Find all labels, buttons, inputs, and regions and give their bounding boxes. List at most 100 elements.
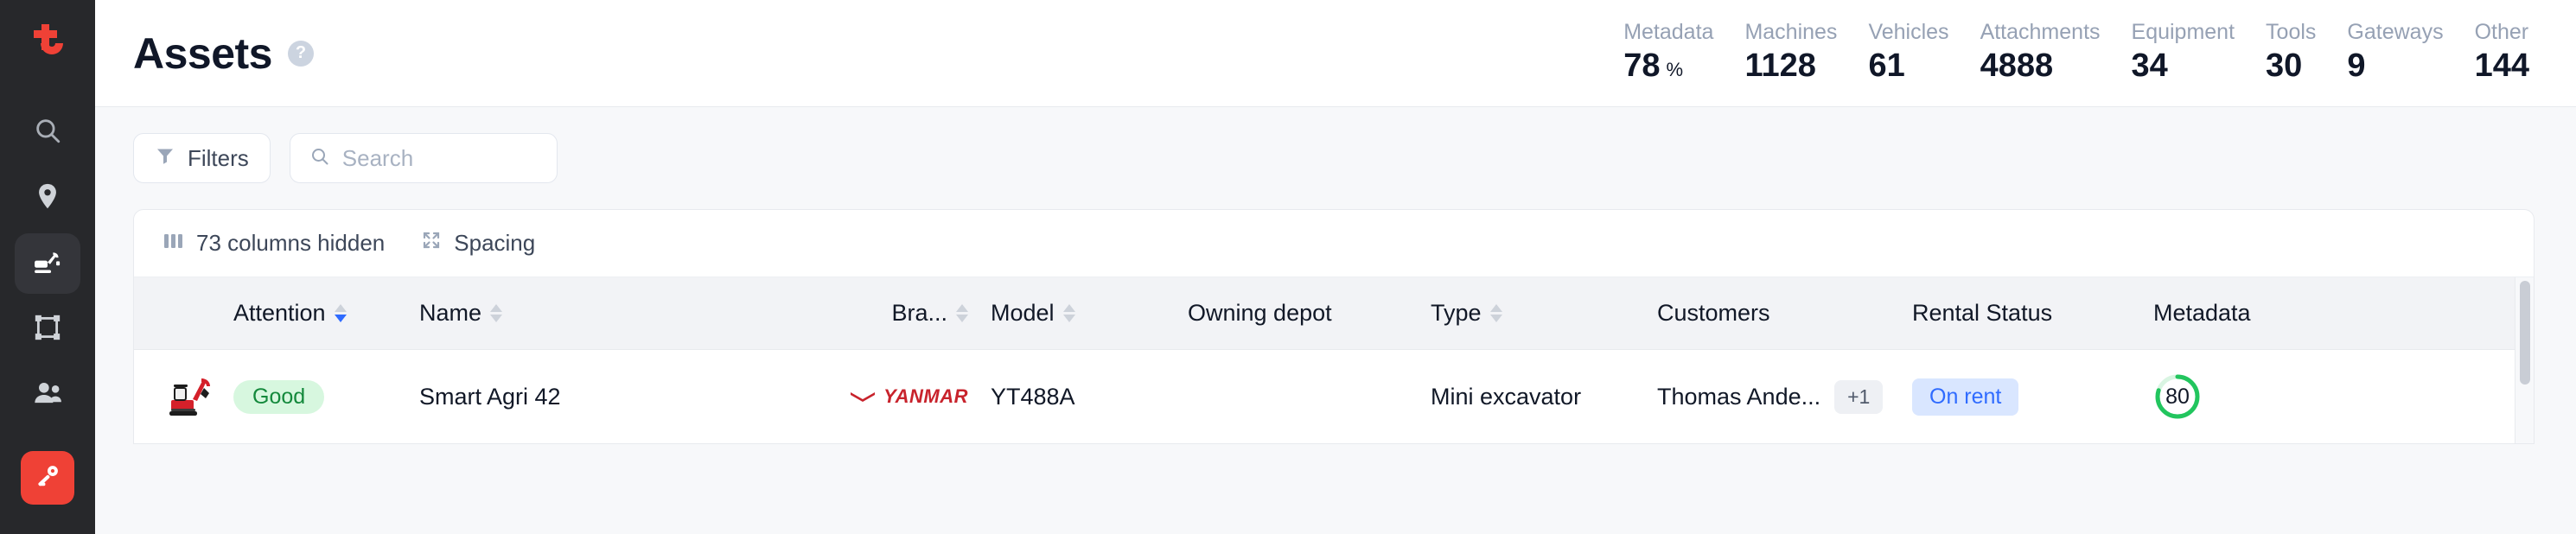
filter-icon bbox=[155, 145, 175, 172]
stat-equipment: Equipment 34 bbox=[2101, 19, 2235, 87]
sort-indicator[interactable] bbox=[1062, 304, 1075, 322]
stat-number: 4888 bbox=[1980, 48, 2054, 85]
stat-value: 9 bbox=[2347, 46, 2365, 87]
stat-label: Attachments bbox=[1980, 20, 2101, 45]
stat-label: Equipment bbox=[2131, 20, 2235, 45]
column-header-label: Attention bbox=[233, 300, 326, 326]
column-header-label: Rental Status bbox=[1912, 300, 2053, 326]
sort-indicator[interactable] bbox=[1489, 304, 1502, 322]
columns-icon bbox=[163, 230, 184, 257]
stat-gateways: Gateways 9 bbox=[2316, 19, 2443, 87]
columns-hidden-label: 73 columns hidden bbox=[196, 230, 386, 256]
cell-thumbnail[interactable] bbox=[134, 370, 233, 423]
column-header-owning-depot[interactable]: Owning depot bbox=[1150, 300, 1379, 327]
column-header-name[interactable]: Name bbox=[419, 300, 808, 327]
sidebar-bottom bbox=[0, 451, 95, 505]
stat-value: 4888 bbox=[1980, 46, 2054, 87]
column-header-customers[interactable]: Customers bbox=[1638, 300, 1884, 327]
geofence-icon bbox=[33, 313, 62, 346]
stat-other: Other 144 bbox=[2444, 19, 2529, 87]
table-row[interactable]: Good Smart Agri 42 YANMAR YT488A Mini ex… bbox=[134, 350, 2534, 443]
stat-value: 78 % bbox=[1623, 46, 1683, 87]
spacing-label: Spacing bbox=[454, 230, 536, 256]
stat-label: Other bbox=[2474, 20, 2529, 45]
sidebar-item-assets[interactable] bbox=[15, 233, 80, 294]
table-vertical-scrollbar[interactable] bbox=[2515, 277, 2534, 443]
stat-number: 9 bbox=[2347, 48, 2366, 85]
stat-machines: Machines 1128 bbox=[1713, 19, 1837, 87]
spacing-icon bbox=[421, 230, 442, 257]
cell-customers: Thomas Ande... +1 bbox=[1638, 379, 1884, 414]
filters-label: Filters bbox=[188, 144, 249, 171]
customer-name: Thomas Ande... bbox=[1657, 383, 1821, 410]
column-header-brand[interactable]: Bra... bbox=[808, 300, 968, 327]
column-header-model[interactable]: Model bbox=[968, 300, 1150, 327]
column-header-metadata[interactable]: Metadata bbox=[2122, 300, 2382, 327]
stat-number: 61 bbox=[1868, 48, 1905, 85]
sort-indicator[interactable] bbox=[490, 304, 503, 322]
sidebar-item-sites[interactable] bbox=[15, 299, 80, 359]
metadata-score-value: 80 bbox=[2165, 384, 2190, 409]
table-toolbar: 73 columns hidden Spacing bbox=[134, 210, 2534, 277]
stat-label: Vehicles bbox=[1868, 20, 1949, 45]
page-title-group: Assets ? bbox=[133, 29, 314, 79]
stat-number: 144 bbox=[2474, 48, 2529, 85]
filters-button[interactable]: Filters bbox=[133, 133, 271, 183]
column-header-rental-status[interactable]: Rental Status bbox=[1884, 300, 2122, 327]
customers-overflow-badge[interactable]: +1 bbox=[1834, 379, 1884, 414]
stat-label: Machines bbox=[1744, 20, 1838, 45]
column-header-label: Customers bbox=[1657, 300, 1770, 326]
cell-name[interactable]: Smart Agri 42 bbox=[419, 384, 808, 410]
header-stats: Metadata 78 % Machines 1128 Vehicles 61 bbox=[1592, 19, 2529, 87]
sidebar-item-locations[interactable] bbox=[15, 168, 80, 228]
stat-number: 34 bbox=[2131, 48, 2168, 85]
cell-brand: YANMAR bbox=[808, 385, 968, 408]
stat-attachments: Attachments 4888 bbox=[1949, 19, 2101, 87]
search-input[interactable] bbox=[341, 144, 538, 172]
cell-type: Mini excavator bbox=[1431, 383, 1582, 410]
map-pin-icon bbox=[33, 181, 62, 215]
stat-value: 144 bbox=[2475, 46, 2529, 87]
stat-number: 78 bbox=[1623, 48, 1661, 85]
sidebar-item-people[interactable] bbox=[15, 365, 80, 425]
stat-metadata: Metadata 78 % bbox=[1592, 19, 1713, 87]
sort-indicator-desc[interactable] bbox=[334, 304, 347, 322]
stat-label: Gateways bbox=[2347, 20, 2444, 45]
column-header-attention[interactable]: Attention bbox=[233, 300, 419, 327]
stat-vehicles: Vehicles 61 bbox=[1837, 19, 1948, 87]
content-area: Filters Search 73 columns hidden Spacing… bbox=[95, 107, 2576, 534]
yanmar-logo: YANMAR bbox=[850, 385, 968, 408]
people-icon bbox=[32, 378, 63, 413]
controls-bar: Filters bbox=[133, 133, 2535, 183]
key-button[interactable] bbox=[21, 451, 74, 505]
stat-label: Tools bbox=[2266, 20, 2317, 45]
asset-thumbnail bbox=[163, 370, 217, 423]
column-header-label: Name bbox=[419, 300, 482, 326]
metadata-score-ring: 80 bbox=[2153, 372, 2202, 421]
tenna-logo[interactable] bbox=[21, 16, 74, 69]
column-header-type[interactable]: Type bbox=[1379, 300, 1638, 327]
help-icon[interactable]: ? bbox=[288, 40, 314, 67]
cell-metadata: 80 bbox=[2122, 372, 2382, 421]
brand-label: YANMAR bbox=[883, 385, 968, 407]
stat-value: 61 bbox=[1868, 46, 1904, 87]
search-icon bbox=[33, 116, 62, 149]
status-badge-attention: Good bbox=[233, 379, 325, 414]
excavator-icon bbox=[31, 245, 64, 283]
stat-number: 30 bbox=[2266, 48, 2303, 85]
status-badge-rental: On rent bbox=[1912, 378, 2019, 416]
columns-hidden-button[interactable]: 73 columns hidden bbox=[163, 230, 385, 257]
stat-unit: % bbox=[1666, 59, 1684, 81]
search-icon bbox=[309, 146, 330, 171]
cell-rental-status: On rent bbox=[1884, 378, 2122, 416]
page-header: Assets ? Metadata 78 % Machines 1128 Veh… bbox=[95, 0, 2576, 107]
stat-tools: Tools 30 bbox=[2235, 19, 2316, 87]
sidebar-nav bbox=[15, 102, 80, 425]
sidebar-item-search[interactable] bbox=[15, 102, 80, 162]
spacing-button[interactable]: Spacing bbox=[421, 230, 535, 257]
cell-attention: Good bbox=[233, 379, 419, 414]
sort-indicator[interactable] bbox=[956, 304, 968, 322]
scrollbar-thumb[interactable] bbox=[2520, 281, 2530, 385]
app-root: Assets ? Metadata 78 % Machines 1128 Veh… bbox=[0, 0, 2576, 534]
search-box[interactable] bbox=[289, 133, 558, 183]
